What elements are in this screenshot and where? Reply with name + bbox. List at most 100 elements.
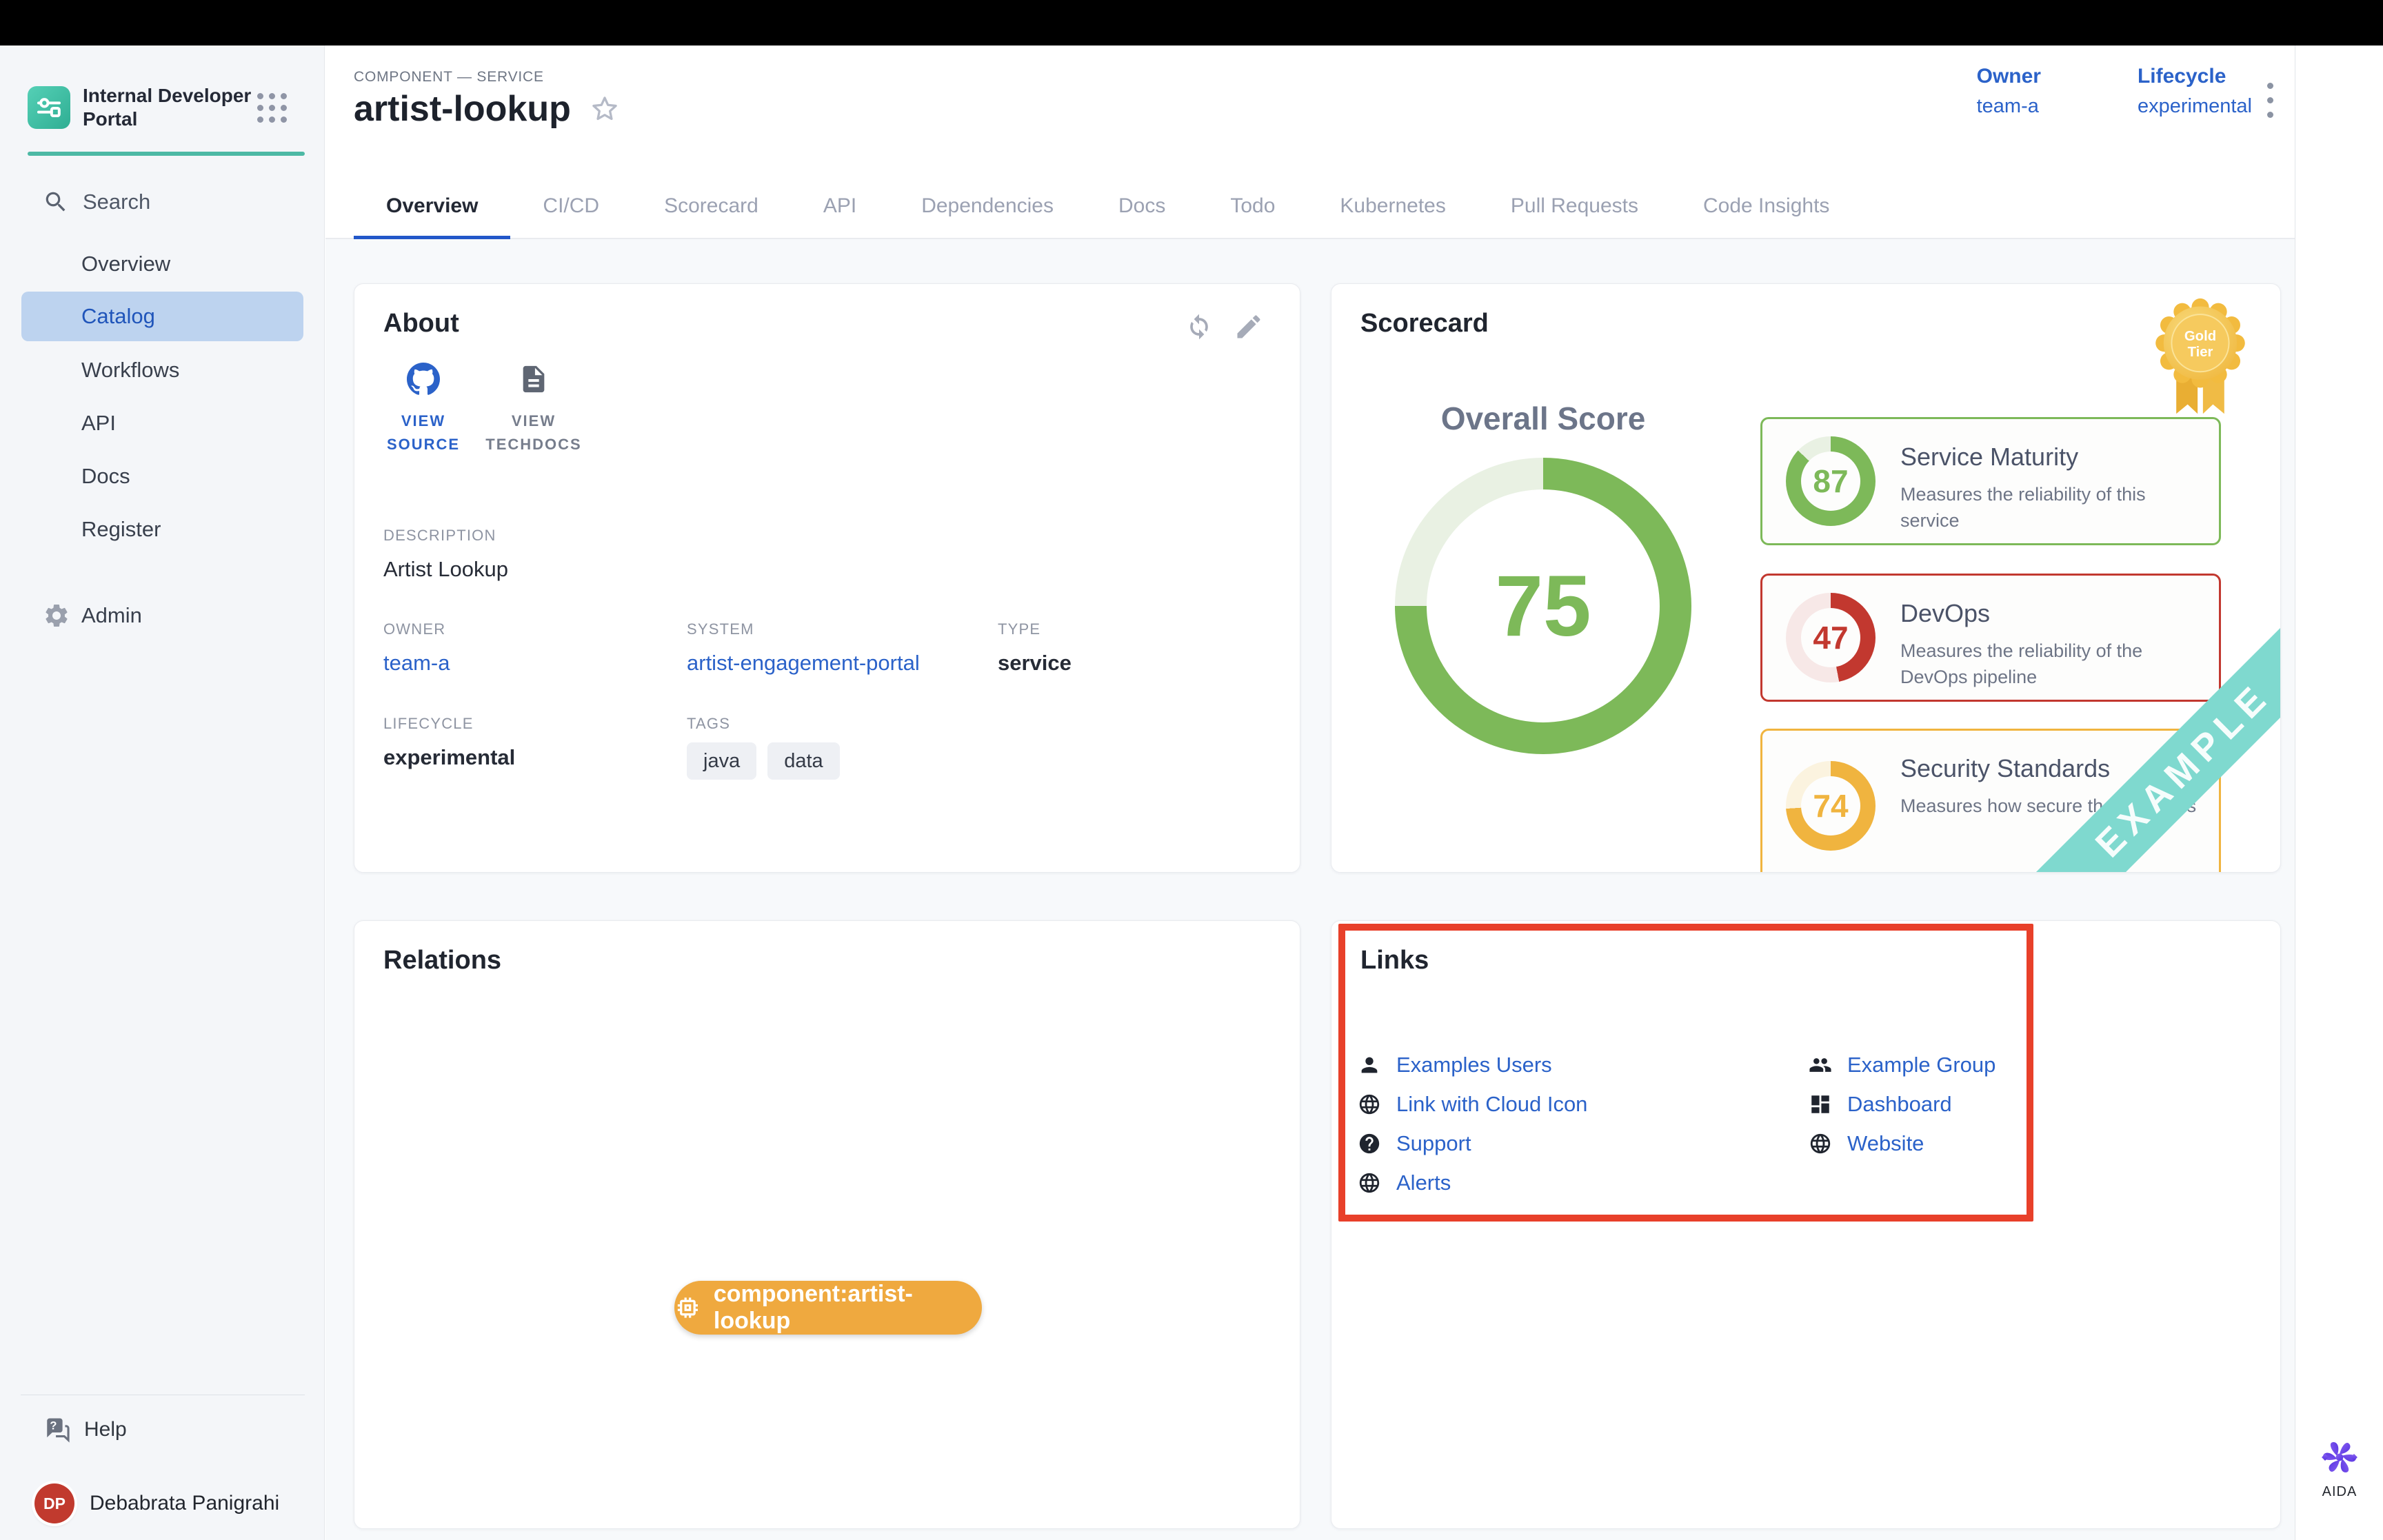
lifecycle-value: experimental: [2138, 95, 2252, 118]
tab-cicd[interactable]: CI/CD: [510, 172, 632, 239]
app-window: Internal Developer Portal Search Overvie…: [0, 0, 2383, 1540]
devops-score: 47: [1786, 593, 1876, 682]
tab-scorecard[interactable]: Scorecard: [632, 172, 791, 239]
sidebar-item-register[interactable]: Register: [0, 503, 325, 556]
portal-logo-icon: [28, 86, 70, 129]
link-examples-users[interactable]: Examples Users: [1358, 1051, 1587, 1080]
link-support[interactable]: Support: [1358, 1129, 1587, 1158]
system-field-value[interactable]: artist-engagement-portal: [687, 651, 920, 676]
favorite-star-icon[interactable]: [589, 93, 621, 125]
sidebar-nav: Overview Catalog Workflows API Docs Regi…: [0, 237, 325, 556]
metric-name: Security Standards: [1900, 754, 2110, 783]
scorecard-card: Scorecard Overall Score 75 87 Service Ma…: [1331, 283, 2281, 873]
brand-title: Internal Developer Portal: [83, 84, 252, 131]
sidebar-item-catalog[interactable]: Catalog: [21, 292, 303, 341]
help-label: Help: [84, 1418, 127, 1441]
entity-kind-eyebrow: COMPONENT — SERVICE: [354, 69, 544, 85]
owner-field-value[interactable]: team-a: [383, 651, 450, 676]
relations-card: Relations component:artist-lookup: [354, 920, 1300, 1529]
tag-chip[interactable]: data: [767, 742, 839, 780]
sidebar-search[interactable]: Search: [43, 189, 150, 215]
overall-score-label: Overall Score: [1385, 400, 1702, 437]
help-button[interactable]: ? Help: [41, 1414, 127, 1446]
lifecycle-field-value: experimental: [383, 745, 515, 770]
link-alerts[interactable]: Alerts: [1358, 1168, 1587, 1197]
tab-pull-requests[interactable]: Pull Requests: [1478, 172, 1671, 239]
group-icon: [1809, 1053, 1832, 1077]
tab-api[interactable]: API: [791, 172, 889, 239]
sidebar-item-api[interactable]: API: [0, 396, 325, 449]
owner-label: Owner: [1977, 65, 2041, 88]
sidebar-item-overview[interactable]: Overview: [0, 237, 325, 290]
lifecycle-meta: Lifecycle experimental: [2138, 65, 2252, 118]
aida-widget[interactable]: AIDA: [2308, 1438, 2371, 1500]
relation-chip-label: component:artist-lookup: [714, 1281, 982, 1335]
sidebar-item-admin[interactable]: Admin: [43, 600, 142, 631]
metric-name: DevOps: [1900, 599, 1990, 628]
scorecard-title: Scorecard: [1360, 309, 1489, 338]
brand-divider: [28, 152, 305, 156]
link-with-cloud-icon[interactable]: Link with Cloud Icon: [1358, 1090, 1587, 1119]
tag-chip[interactable]: java: [687, 742, 756, 780]
aida-label: AIDA: [2308, 1484, 2371, 1500]
lifecycle-field-label: LIFECYCLE: [383, 715, 515, 733]
tab-code-insights[interactable]: Code Insights: [1671, 172, 1862, 239]
help-chat-icon: ?: [41, 1415, 72, 1445]
owner-value[interactable]: team-a: [1977, 95, 2041, 118]
gold-tier-line2: Tier: [2188, 345, 2213, 360]
security-standards-donut: 74: [1786, 761, 1876, 851]
description-value: Artist Lookup: [383, 557, 508, 582]
tab-dependencies[interactable]: Dependencies: [889, 172, 1086, 239]
document-icon: [518, 361, 550, 397]
right-gutter: AIDA: [2295, 45, 2383, 1540]
sidebar-item-workflows[interactable]: Workflows: [0, 343, 325, 396]
gold-tier-line1: Gold: [2184, 329, 2216, 344]
gold-tier-badge: Gold Tier: [2153, 296, 2247, 418]
relation-entity-chip[interactable]: component:artist-lookup: [674, 1281, 982, 1335]
apps-grid-icon[interactable]: [257, 93, 287, 123]
overall-score-donut: 75: [1395, 458, 1691, 754]
metric-card-service-maturity[interactable]: 87 Service Maturity Measures the reliabi…: [1760, 417, 2221, 545]
about-title: About: [383, 309, 459, 338]
page-title: artist-lookup: [354, 88, 571, 130]
globe-icon: [1809, 1132, 1832, 1155]
search-label: Search: [83, 190, 150, 214]
tab-todo[interactable]: Todo: [1198, 172, 1307, 239]
more-options-kebab-icon[interactable]: [2266, 83, 2274, 126]
link-website[interactable]: Website: [1809, 1129, 1995, 1158]
about-card: About VIEW SOURCE VIEW TECHDOCS DESCRIPT…: [354, 283, 1300, 873]
refresh-icon[interactable]: [1184, 312, 1214, 342]
chip-icon: [674, 1294, 701, 1321]
globe-icon: [1358, 1171, 1381, 1195]
tab-overview[interactable]: Overview: [354, 172, 510, 239]
lifecycle-label: Lifecycle: [2138, 65, 2252, 88]
metric-card-devops[interactable]: 47 DevOps Measures the reliability of th…: [1760, 574, 2221, 702]
relations-title: Relations: [383, 946, 501, 975]
sidebar-item-docs[interactable]: Docs: [0, 449, 325, 503]
devops-donut: 47: [1786, 593, 1876, 682]
help-icon: [1358, 1132, 1381, 1155]
view-techdocs-link[interactable]: VIEW TECHDOCS: [485, 361, 582, 456]
brand[interactable]: Internal Developer Portal: [28, 84, 303, 131]
avatar: DP: [34, 1483, 74, 1523]
edit-pencil-icon[interactable]: [1234, 312, 1264, 342]
search-icon: [43, 189, 69, 215]
link-dashboard[interactable]: Dashboard: [1809, 1090, 1995, 1119]
user-menu[interactable]: DP Debabrata Panigrahi: [34, 1483, 279, 1523]
type-field-label: TYPE: [998, 620, 1072, 638]
link-example-group[interactable]: Example Group: [1809, 1051, 1995, 1080]
view-source-link[interactable]: VIEW SOURCE: [375, 361, 472, 456]
metric-description: Measures the reliability of this service: [1900, 481, 2197, 534]
tags-field-label: TAGS: [687, 715, 840, 733]
gear-icon: [43, 602, 70, 629]
links-title: Links: [1360, 946, 1429, 975]
description-label: DESCRIPTION: [383, 527, 508, 545]
metric-description: Measures the reliability of the DevOps p…: [1900, 638, 2197, 690]
tab-docs[interactable]: Docs: [1086, 172, 1198, 239]
github-icon: [407, 361, 440, 397]
admin-label: Admin: [81, 603, 142, 628]
owner-meta: Owner team-a: [1977, 65, 2041, 118]
dashboard-icon: [1809, 1093, 1832, 1116]
service-maturity-donut: 87: [1786, 436, 1876, 526]
tab-kubernetes[interactable]: Kubernetes: [1307, 172, 1478, 239]
